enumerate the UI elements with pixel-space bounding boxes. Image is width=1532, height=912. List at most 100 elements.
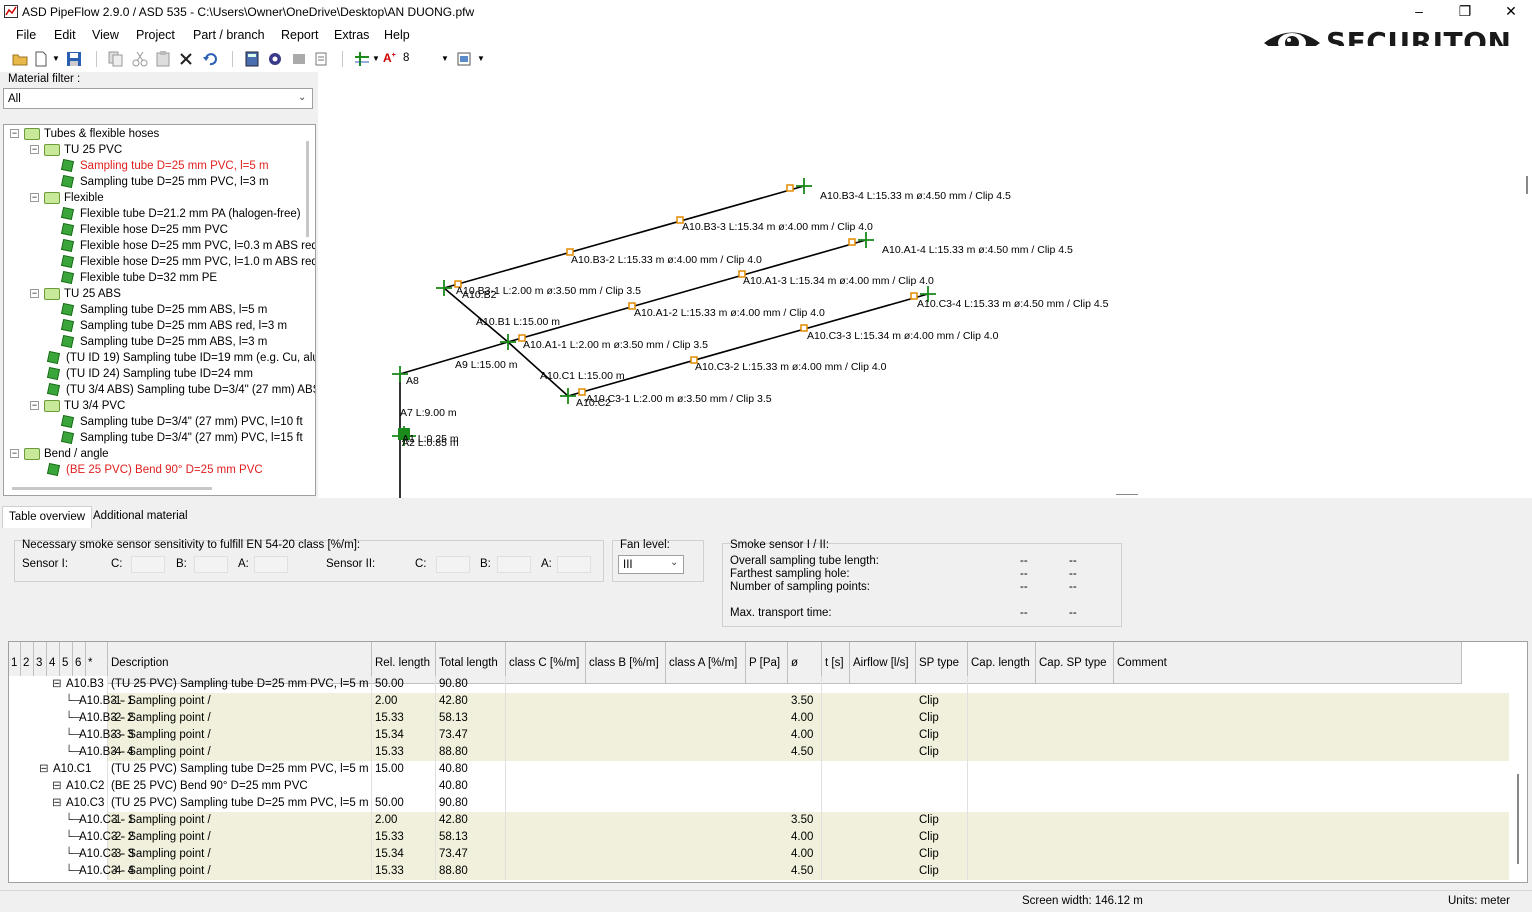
collapse-icon[interactable]: ⊟ — [52, 778, 62, 795]
splitter-handle[interactable] — [1116, 494, 1138, 495]
grid-pipe-icon[interactable] — [354, 51, 370, 67]
new-file-dropdown-icon[interactable]: ▼ — [52, 54, 60, 63]
tree-collapse-icon[interactable]: − — [30, 401, 39, 410]
total-length-cell: 42.80 — [436, 812, 506, 829]
restore-button[interactable]: ❐ — [1442, 0, 1488, 24]
total-length-cell: 88.80 — [436, 744, 506, 761]
tree-vertical-scrollbar[interactable] — [306, 141, 309, 237]
tree-collapse-icon[interactable]: − — [30, 145, 39, 154]
save-icon[interactable] — [66, 51, 82, 67]
rel-length-cell: 15.34 — [372, 846, 436, 863]
overall-length-label: Overall sampling tube length: — [730, 555, 879, 567]
material-tree[interactable]: − Tubes & flexible hoses − TU 25 PVC Samplin… — [3, 124, 316, 496]
clipboard-image-icon[interactable] — [456, 51, 472, 67]
copy-icon[interactable] — [108, 51, 124, 67]
diameter-cell — [788, 795, 822, 812]
total-length-cell: 42.80 — [436, 693, 506, 710]
font-size-value[interactable]: 8 — [403, 52, 409, 64]
collapse-icon[interactable]: ⊟ — [52, 795, 62, 812]
sp-type-cell: Clip — [916, 693, 968, 710]
font-size-icon[interactable]: A+ — [383, 51, 396, 65]
sensor-1-c-label: C: — [111, 558, 123, 570]
part-cube-icon — [60, 174, 75, 189]
menu-report[interactable]: Report — [281, 28, 319, 42]
tree-item-label: Sampling tube D=25 mm ABS red, l=3 m — [80, 320, 288, 332]
pipe-diagram-canvas[interactable]: A10.B3-4 L:15.33 m ø:4.50 mm / Clip 4.5 A… — [318, 72, 1532, 498]
delete-icon[interactable] — [178, 51, 194, 67]
table-row[interactable]: └─ A10.B3 - 4 -4- Sampling point /15.33 88.… — [9, 744, 1509, 761]
table-row[interactable]: ⊟ A10.C2 (BE 25 PVC) Bend 90° D=25 mm PVC 4… — [9, 778, 1509, 795]
tree-collapse-icon[interactable]: − — [10, 449, 19, 458]
table-row[interactable]: └─ A10.C3 - 2 -2- Sampling point /15.33 58.… — [9, 829, 1509, 846]
table-row[interactable]: └─ A10.B3 - 1 -1- Sampling point /2.00 42.8… — [9, 693, 1509, 710]
overall-length-value-1: -- — [1020, 555, 1028, 567]
paste-icon[interactable] — [155, 51, 171, 67]
diameter-cell: 4.00 — [788, 727, 822, 744]
menu-view[interactable]: View — [92, 28, 119, 42]
tree-item-label: TU 3/4 PVC — [64, 400, 126, 412]
fan-level-select[interactable]: III ⌄ — [618, 555, 684, 574]
diagram-label: A8 — [406, 375, 419, 387]
diagram-label: A10.C3-4 L:15.33 m ø:4.50 mm / Clip 4.5 — [917, 298, 1109, 310]
table-row[interactable]: └─ A10.B3 - 3 -3- Sampling point /15.34 73.… — [9, 727, 1509, 744]
bottom-tabs: Table overview Additional material — [0, 506, 1532, 528]
sp-type-cell: Clip — [916, 846, 968, 863]
sensor-2-a-label: A: — [541, 558, 552, 570]
tree-collapse-icon[interactable]: − — [30, 193, 39, 202]
table-row[interactable]: └─ A10.C3 - 1 -1- Sampling point /2.00 42.8… — [9, 812, 1509, 829]
overview-table[interactable]: 1 2 3 4 5 6 * Description Rel. length Total lengt… — [8, 641, 1528, 883]
table-row[interactable]: └─ A10.C3 - 4 -4- Sampling point /15.33 88.… — [9, 863, 1509, 880]
undo-icon[interactable] — [202, 51, 218, 67]
part-cube-icon — [60, 302, 75, 317]
table-vertical-scrollbar[interactable] — [1517, 774, 1519, 864]
table-row[interactable]: ⊟ A10.C3 (TU 25 PVC) Sampling tube D=25 mm… — [9, 795, 1509, 812]
tree-collapse-icon[interactable]: − — [10, 129, 19, 138]
part-cube-icon — [60, 254, 75, 269]
tab-additional-material[interactable]: Additional material — [87, 506, 194, 528]
material-filter-select[interactable]: All ⌄ — [3, 88, 313, 109]
table-row[interactable]: ⊟ A10.B3 (TU 25 PVC) Sampling tube D=25 mm… — [9, 676, 1509, 693]
pipe-diagram[interactable]: A10.B3-4 L:15.33 m ø:4.50 mm / Clip 4.5 A… — [318, 72, 1532, 498]
menu-edit[interactable]: Edit — [54, 28, 76, 42]
collapse-icon[interactable]: ⊟ — [39, 761, 49, 778]
folder-icon — [24, 448, 40, 460]
tree-collapse-icon[interactable]: − — [30, 289, 39, 298]
cut-icon[interactable] — [132, 51, 148, 67]
report-icon[interactable] — [313, 51, 329, 67]
new-file-icon[interactable] — [33, 51, 49, 67]
diameter-cell: 4.50 — [788, 744, 822, 761]
minimize-button[interactable]: – — [1396, 0, 1442, 24]
menu-file[interactable]: File — [16, 28, 36, 42]
menu-project[interactable]: Project — [136, 28, 175, 42]
clipboard-dropdown-icon[interactable]: ▼ — [477, 54, 485, 63]
description-cell: -4- Sampling point / — [108, 863, 372, 880]
transport-time-value-1: -- — [1020, 607, 1028, 619]
tab-table-overview[interactable]: Table overview — [2, 506, 93, 528]
close-button[interactable]: ✕ — [1488, 0, 1532, 24]
open-folder-icon[interactable] — [12, 51, 28, 67]
row-name: └─ A10.B3 - 2 — [9, 710, 133, 727]
description-cell: -4- Sampling point / — [108, 744, 372, 761]
farthest-hole-value-1: -- — [1020, 568, 1028, 580]
diameter-cell: 4.00 — [788, 710, 822, 727]
calculator-icon[interactable] — [244, 51, 260, 67]
tree-horizontal-scrollbar[interactable] — [12, 487, 212, 490]
diameter-cell: 3.50 — [788, 812, 822, 829]
diagram-label: A2 L:0.85 m — [402, 437, 459, 449]
part-cube-icon — [60, 318, 75, 333]
menu-extras[interactable]: Extras — [334, 28, 369, 42]
table-row[interactable]: ⊟ A10.C1 (TU 25 PVC) Sampling tube D=25 mm… — [9, 761, 1509, 778]
collapse-icon[interactable]: ⊟ — [52, 676, 62, 693]
tree-item-label: TU 25 PVC — [64, 144, 123, 156]
grid-dropdown-icon[interactable]: ▼ — [372, 54, 380, 63]
canvas-scrollbar[interactable] — [1526, 176, 1528, 194]
font-size-dropdown-icon[interactable]: ▼ — [441, 54, 449, 63]
export-icon[interactable] — [291, 51, 307, 67]
diagram-label: A10.B3-3 L:15.34 m ø:4.00 mm / Clip 4.0 — [682, 221, 873, 233]
toolbar: ▼ ▼ A+ 8 ▼ ▼ — [0, 46, 1532, 72]
menu-part-branch[interactable]: Part / branch — [193, 28, 265, 42]
settings-gear-icon[interactable] — [267, 51, 283, 67]
table-row[interactable]: └─ A10.C3 - 3 -3- Sampling point /15.34 73.… — [9, 846, 1509, 863]
menu-help[interactable]: Help — [384, 28, 410, 42]
table-row[interactable]: └─ A10.B3 - 2 -2- Sampling point /15.33 58.… — [9, 710, 1509, 727]
